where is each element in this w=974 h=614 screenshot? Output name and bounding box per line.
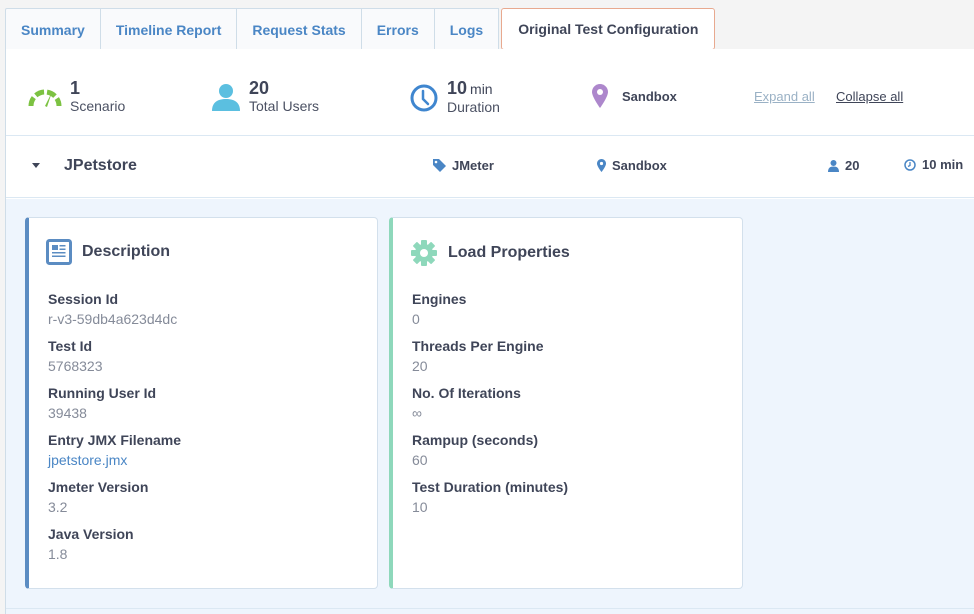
scenario-duration: 10 min [904,157,963,172]
scenario-duration-value: 10 min [922,157,964,172]
duration-stat: 10 min Duration [409,79,500,116]
document-icon [46,239,72,265]
field-iterations: No. Of Iterations ∞ [412,385,521,421]
field-entry-jmx-filename: Entry JMX Filename jpetstore.jmx [48,431,181,478]
collapse-all-link[interactable]: Collapse all [836,89,903,104]
scenario-row[interactable]: JPetstore JMeter Sandbox 20 10 min [6,136,974,198]
speedometer-icon [28,89,62,107]
scenario-users: 20 [828,158,859,173]
scenario-location-label: Sandbox [612,158,667,173]
location-label: Sandbox [622,88,677,104]
expand-all-link[interactable]: Expand all [754,89,815,104]
field-jmeter-version: Jmeter Version 3.2 [48,479,149,515]
field-rampup: Rampup (seconds) 60 [412,432,539,468]
load-properties-title: Load Properties [448,244,570,261]
location-stat: Sandbox [592,84,677,108]
configuration-panel: 1 Scenario 20 Total Users 10 min Duration [5,49,974,614]
jmx-file-link[interactable]: jpetstore.jmx [48,449,181,471]
duration-value: 10 [447,78,468,98]
clock-icon [904,158,916,171]
user-icon [212,84,240,111]
tab-summary[interactable]: Summary [5,8,101,50]
content-divider [6,608,974,609]
total-users-label: Total Users [249,98,320,114]
scenario-users-count: 20 [845,158,860,173]
tab-logs[interactable]: Logs [434,8,500,50]
tab-request-stats[interactable]: Request Stats [237,8,362,50]
collapse-caret-icon[interactable] [32,163,40,168]
scenario-count-stat: 1 Scenario [28,79,125,115]
tag-icon [433,159,446,172]
duration-label: Duration [447,99,500,115]
description-card: Description Session Id r-v3-59db4a623d4d… [25,217,378,589]
description-title: Description [82,243,171,260]
scenario-details: Description Session Id r-v3-59db4a623d4d… [6,199,974,614]
scenario-type: JMeter [433,158,494,173]
clock-icon [410,84,438,111]
tab-original-test-configuration[interactable]: Original Test Configuration [501,8,716,50]
field-engines: Engines 0 [412,291,467,327]
scenario-location: Sandbox [597,158,667,173]
total-users-count: 20 [249,78,270,98]
map-pin-icon [597,159,606,172]
summary-bar: 1 Scenario 20 Total Users 10 min Duration [6,49,974,136]
field-test-duration: Test Duration (minutes) 10 [412,479,569,515]
map-pin-icon [592,84,608,108]
tab-errors[interactable]: Errors [361,8,435,50]
tab-timeline-report[interactable]: Timeline Report [100,8,238,50]
scenario-type-label: JMeter [452,158,494,173]
field-java-version: Java Version 1.8 [48,526,134,562]
field-session-id: Session Id r-v3-59db4a623d4dc [48,291,178,327]
field-test-id: Test Id 5768323 [48,338,103,374]
scenario-count: 1 [70,78,81,98]
field-running-user-id: Running User Id 39438 [48,385,157,421]
scenario-name: JPetstore [64,157,137,174]
duration-unit: min [470,81,493,97]
load-properties-card: Load Properties Engines 0 Threads Per En… [389,217,743,589]
user-icon [828,159,839,172]
scenario-label: Scenario [70,98,126,114]
field-threads-per-engine: Threads Per Engine 20 [412,338,544,374]
total-users-stat: 20 Total Users [211,79,319,115]
gear-icon [411,240,437,266]
report-tabs: Summary Timeline Report Request Stats Er… [5,8,716,50]
